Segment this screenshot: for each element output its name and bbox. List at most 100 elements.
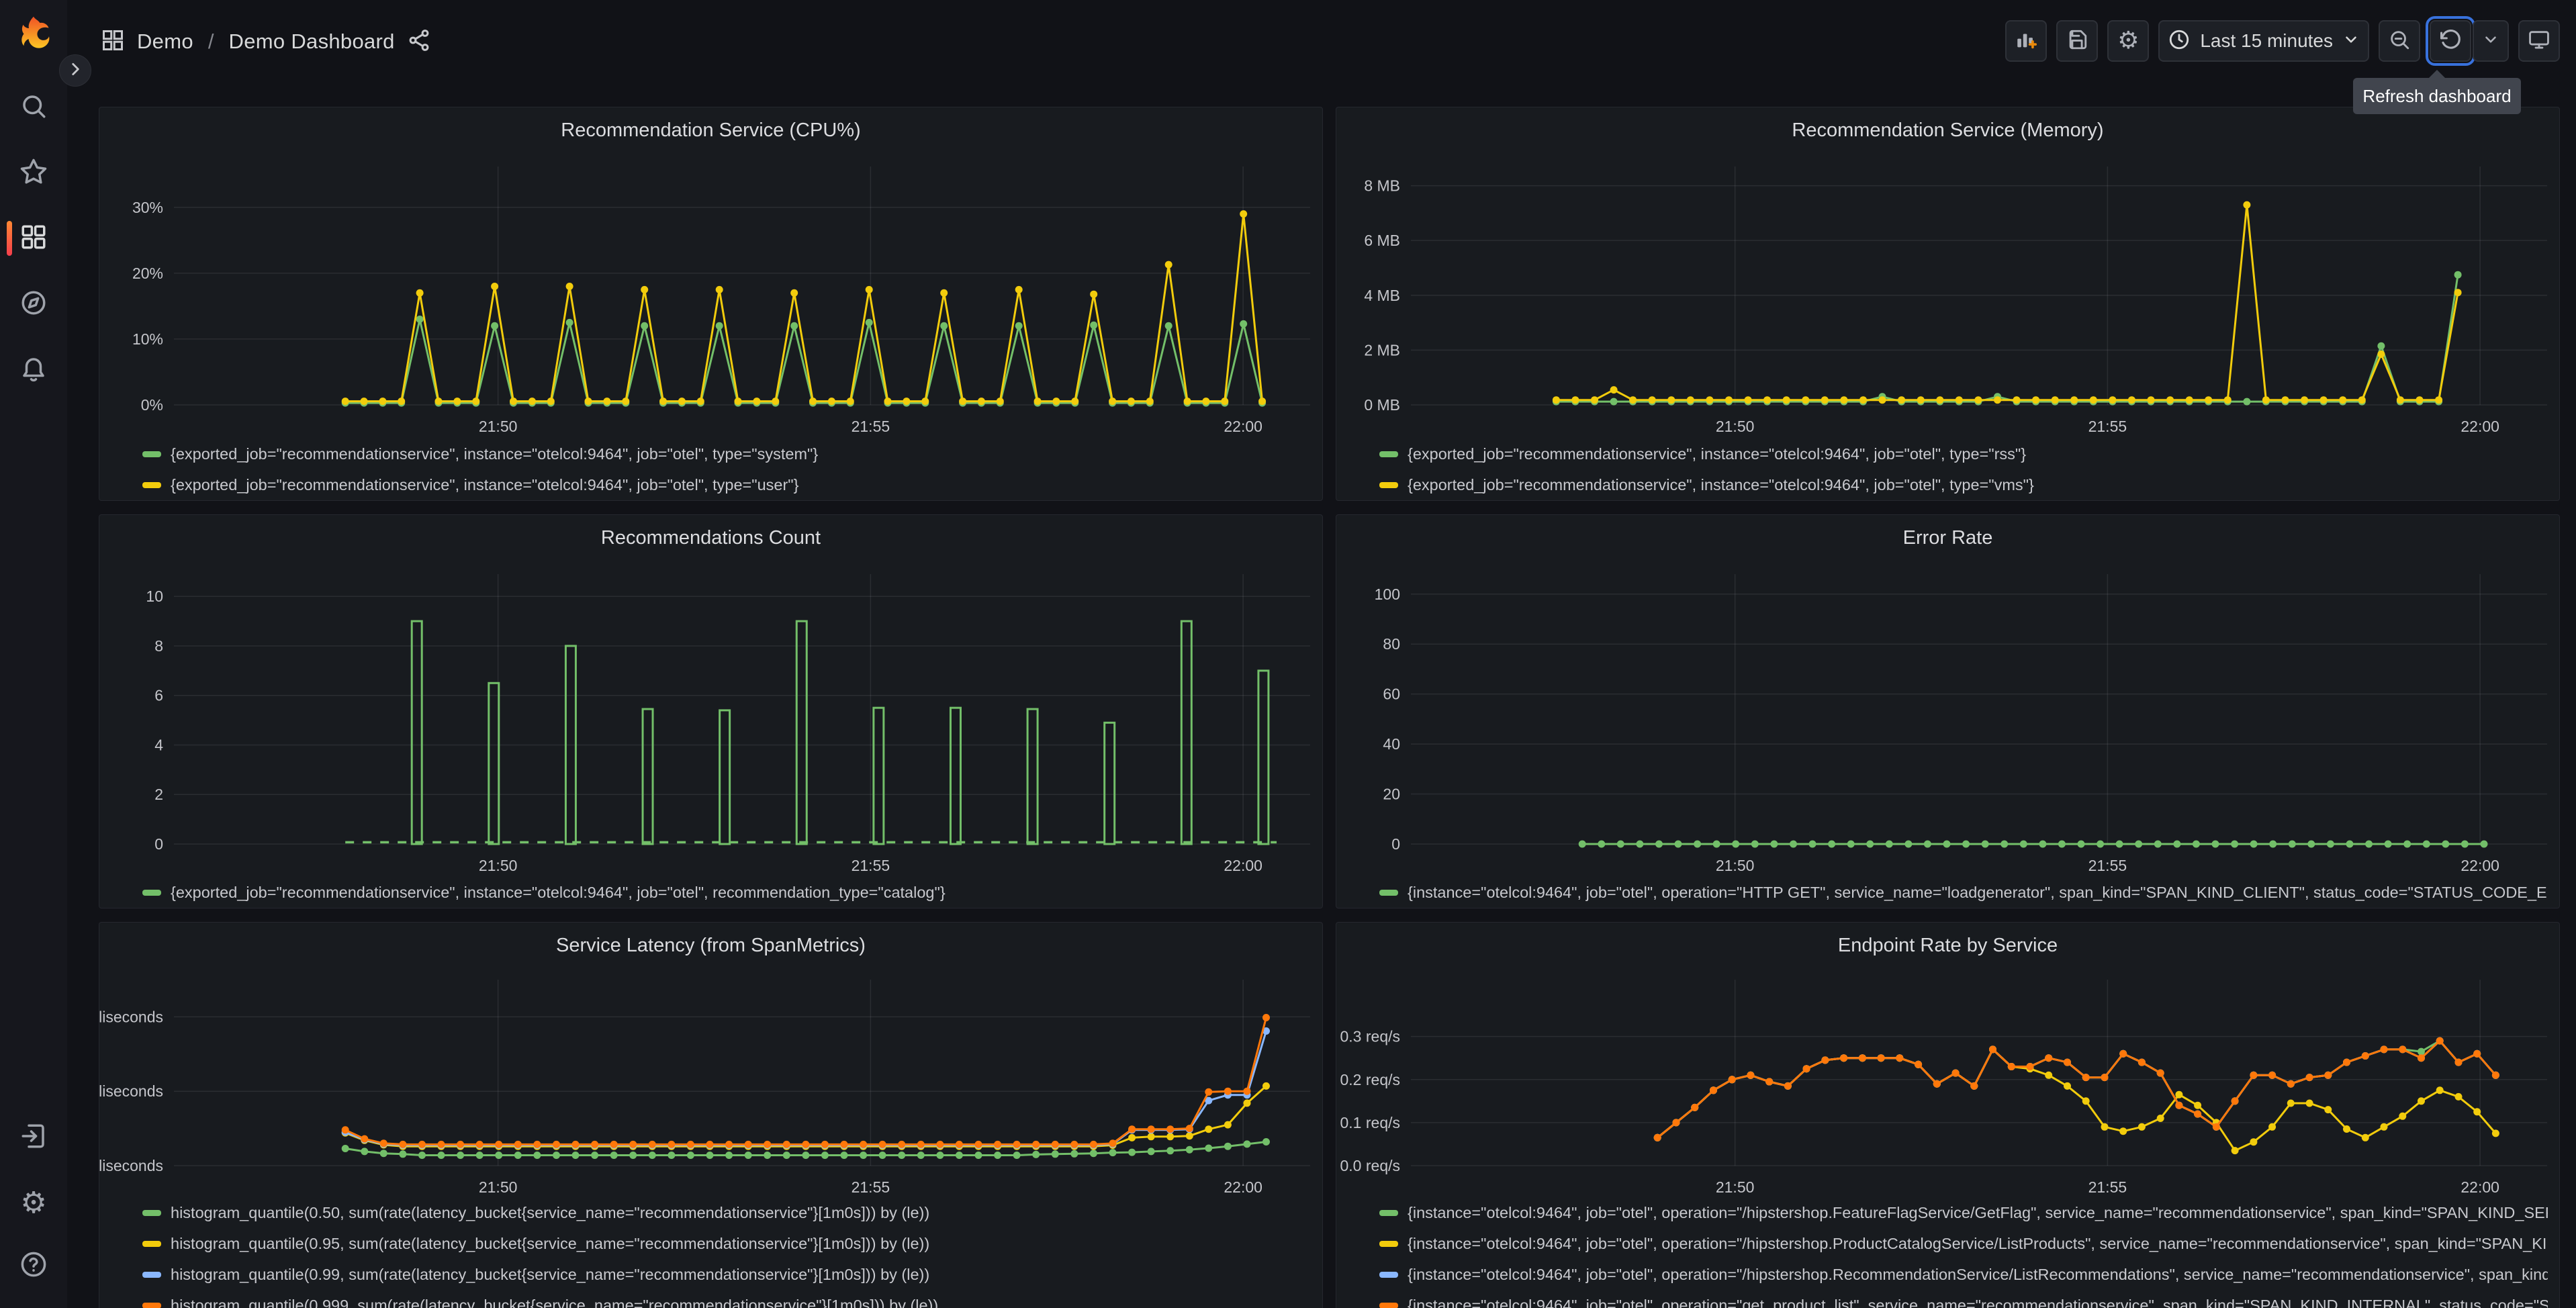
svg-text:21:55: 21:55	[2088, 418, 2127, 435]
svg-text:21:55: 21:55	[852, 857, 890, 874]
svg-text:0.1 req/s: 0.1 req/s	[1340, 1114, 1401, 1131]
legend-item[interactable]: {exported_job="recommendationservice", i…	[142, 474, 799, 496]
zoom-out-button[interactable]	[2379, 20, 2420, 62]
legend-label: {instance="otelcol:9464", job="otel", op…	[1408, 1296, 2548, 1308]
dashboard-grid-icon	[101, 28, 125, 56]
sidebar-item-sign-in[interactable]	[0, 1113, 67, 1162]
sidebar-item-starred[interactable]	[0, 149, 67, 197]
legend-label: {instance="otelcol:9464", job="otel", op…	[1408, 1234, 2548, 1252]
legend-item[interactable]: {instance="otelcol:9464", job="otel", op…	[1379, 1202, 2548, 1223]
legend-label: histogram_quantile(0.50, sum(rate(latenc…	[171, 1203, 930, 1221]
zoom-out-icon	[2388, 28, 2411, 54]
legend-item[interactable]: {exported_job="recommendationservice", i…	[142, 443, 818, 465]
svg-text:22:00: 22:00	[2460, 1178, 2499, 1196]
svg-text:8 MB: 8 MB	[1364, 177, 1400, 195]
svg-text:30%: 30%	[132, 199, 163, 216]
svg-text:21:50: 21:50	[479, 418, 518, 435]
legend-item[interactable]: {exported_job="recommendationservice", i…	[1379, 474, 2034, 496]
time-range-picker[interactable]: Last 15 minutes	[2158, 20, 2369, 62]
memory-chart[interactable]: 0 MB 2 MB 4 MB 6 MB 8 MB 21:50 21:55 22:00	[1336, 107, 2561, 502]
sidebar-item-search[interactable]	[0, 83, 67, 132]
refresh-button[interactable]	[2426, 16, 2475, 66]
dashboard-settings-gear-icon: ⚙	[2117, 27, 2140, 54]
svg-text:21:55: 21:55	[852, 418, 890, 435]
legend-label: histogram_quantile(0.999, sum(rate(laten…	[171, 1296, 939, 1308]
sidebar-item-alerting[interactable]	[0, 346, 67, 394]
legend-item[interactable]: histogram_quantile(0.95, sum(rate(latenc…	[142, 1233, 929, 1254]
legend-swatch	[142, 451, 161, 457]
sidebar-expand-button[interactable]	[59, 54, 91, 87]
svg-text:22:00: 22:00	[2460, 418, 2499, 435]
save-dashboard-icon	[2066, 28, 2088, 54]
svg-text:0.2 req/s: 0.2 req/s	[1340, 1071, 1401, 1088]
legend-item[interactable]: {exported_job="recommendationservice", i…	[1379, 443, 2026, 465]
legend-item[interactable]: {instance="otelcol:9464", job="otel", op…	[1379, 882, 2548, 903]
legend-swatch	[1379, 1302, 1398, 1308]
svg-text:22:00: 22:00	[2460, 857, 2499, 874]
cpu-chart[interactable]: 0% 10% 20% 30% 21:50 21:55 22:00	[99, 107, 1324, 502]
svg-text:0 milliseconds: 0 milliseconds	[99, 1157, 163, 1174]
legend-item[interactable]: {instance="otelcol:9464", job="otel", op…	[1379, 1295, 2548, 1308]
cycle-view-mode-button[interactable]	[2518, 20, 2560, 62]
legend-swatch	[1379, 1240, 1398, 1247]
svg-text:0%: 0%	[141, 396, 163, 414]
add-panel-button[interactable]	[2005, 20, 2048, 62]
legend-label: histogram_quantile(0.95, sum(rate(latenc…	[171, 1234, 930, 1252]
save-dashboard-button[interactable]	[2056, 20, 2099, 62]
top-bar: Demo / Demo Dashboard ⚙ Last 15 minutes	[67, 0, 2576, 83]
breadcrumb-folder[interactable]: Demo	[137, 30, 193, 54]
svg-text:21:50: 21:50	[1716, 1178, 1755, 1196]
time-range-caret-icon	[2342, 31, 2360, 52]
search-icon	[19, 92, 48, 124]
legend-item[interactable]: {exported_job="recommendationservice", i…	[142, 882, 946, 903]
legend-label: {instance="otelcol:9464", job="otel", op…	[1408, 883, 2548, 901]
sidebar: ⚙	[0, 0, 67, 1308]
legend-item[interactable]: histogram_quantile(0.50, sum(rate(latenc…	[142, 1202, 929, 1223]
refresh-interval-dropdown[interactable]	[2473, 20, 2509, 62]
legend-swatch	[142, 1271, 161, 1278]
svg-text:10%: 10%	[132, 330, 163, 348]
svg-text:21:50: 21:50	[479, 857, 518, 874]
svg-text:200 milliseconds: 200 milliseconds	[99, 1082, 163, 1100]
share-icon[interactable]	[407, 28, 431, 56]
legend-item[interactable]: {instance="otelcol:9464", job="otel", op…	[1379, 1233, 2548, 1254]
legend-item[interactable]: {instance="otelcol:9464", job="otel", op…	[1379, 1264, 2548, 1285]
svg-text:4 MB: 4 MB	[1364, 287, 1400, 304]
legend-swatch	[142, 1209, 161, 1216]
error-rate-chart[interactable]: 0 20 40 60 80 100 21:50 21:55 22:00	[1336, 515, 2561, 909]
svg-text:21:50: 21:50	[1716, 418, 1755, 435]
svg-text:6: 6	[154, 687, 163, 704]
refresh-interval-caret-icon	[2482, 31, 2499, 52]
svg-text:0: 0	[154, 835, 163, 853]
legend-label: {exported_job="recommendationservice", i…	[171, 475, 799, 494]
legend-swatch	[1379, 1209, 1398, 1216]
page-title[interactable]: Demo Dashboard	[229, 30, 395, 54]
legend-swatch	[1379, 481, 1398, 488]
svg-text:4: 4	[154, 736, 163, 753]
sign-in-icon	[19, 1122, 48, 1154]
sidebar-item-configuration[interactable]: ⚙	[0, 1178, 67, 1227]
panel-recommendations-count: Recommendations Count 0 2 4 6 8 10 21:50 21:55 22…	[99, 514, 1323, 908]
recommendations-count-chart[interactable]: 0 2 4 6 8 10 21:50 21:55 22:00	[99, 515, 1324, 909]
grafana-logo[interactable]	[13, 13, 54, 54]
svg-text:60: 60	[1383, 686, 1400, 703]
sidebar-item-help[interactable]	[0, 1242, 67, 1290]
chevron-right-icon	[66, 60, 84, 81]
svg-text:40: 40	[1383, 735, 1400, 753]
legend-item[interactable]: histogram_quantile(0.99, sum(rate(latenc…	[142, 1264, 929, 1285]
legend-label: histogram_quantile(0.99, sum(rate(latenc…	[171, 1265, 930, 1283]
panel-service-latency: Service Latency (from SpanMetrics)0 mill…	[99, 922, 1323, 1308]
active-indicator	[7, 221, 12, 256]
legend-item[interactable]: histogram_quantile(0.999, sum(rate(laten…	[142, 1295, 938, 1308]
svg-text:22:00: 22:00	[1224, 418, 1262, 435]
svg-text:0.0 req/s: 0.0 req/s	[1340, 1157, 1401, 1174]
legend-swatch	[142, 889, 161, 896]
sidebar-item-explore[interactable]	[0, 280, 67, 328]
sidebar-item-dashboards[interactable]	[0, 214, 67, 263]
tooltip-text: Refresh dashboard	[2362, 85, 2512, 106]
svg-text:6 MB: 6 MB	[1364, 232, 1400, 249]
tooltip-arrow	[2429, 70, 2445, 78]
dashboard-settings-button[interactable]: ⚙	[2107, 20, 2150, 62]
legend-label: {instance="otelcol:9464", job="otel", op…	[1408, 1265, 2548, 1283]
legend-swatch	[1379, 889, 1398, 896]
